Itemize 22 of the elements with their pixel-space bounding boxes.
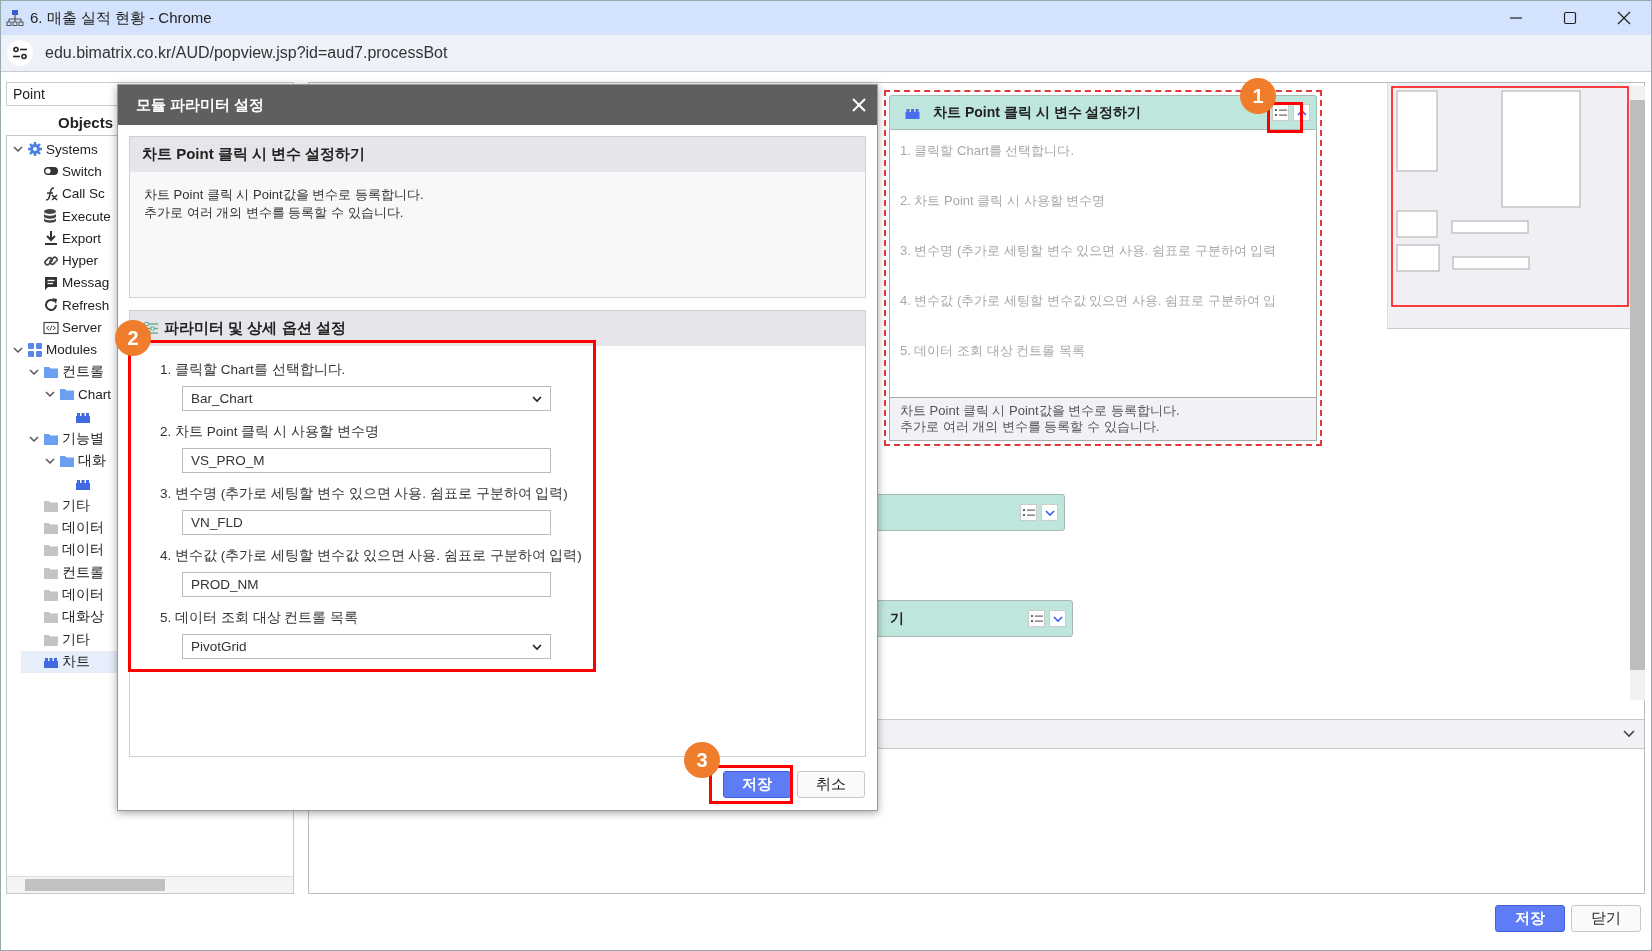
field-label: 2. 차트 Point 클릭 시 사용할 변수명	[160, 423, 380, 441]
field-label: 3. 변수명 (추가로 세팅할 변수 있으면 사용. 쉼표로 구분하여 입력)	[160, 485, 569, 503]
window-title: 6. 매출 실적 현황 - Chrome	[30, 8, 213, 28]
module-description: 차트 Point 클릭 시 Point값을 변수로 등록합니다.	[144, 186, 425, 204]
field-label: 5. 데이터 조회 대상 컨트롤 목록	[160, 609, 359, 627]
module-title: 기	[890, 609, 905, 628]
panel-header: Objects	[57, 113, 115, 133]
section-title: 파라미터 및 상세 옵션 설정	[164, 319, 346, 338]
section-title: 차트 Point 클릭 시 변수 설정하기	[142, 145, 366, 164]
field-label: 1. 클릭할 Chart를 선택합니다.	[160, 361, 347, 379]
parameter-label: 4. 변수값 (추가로 세팅할 변수값 있으면 사용. 쉼표로 구분하여 입	[900, 293, 1278, 308]
module-description: 추가로 여러 개의 변수를 등록할 수 있습니다.	[144, 204, 405, 222]
parameter-label: 2. 차트 Point 클릭 시 사용할 변수명	[900, 193, 1107, 208]
module-title: 차트 Point 클릭 시 변수 설정하기	[933, 103, 1143, 122]
dialog-title: 모듈 파라미터 설정	[136, 95, 266, 115]
parameter-label: 3. 변수명 (추가로 세팅할 변수 있으면 사용. 쉼표로 구분하여 입력	[900, 243, 1278, 258]
step-badge: 1	[1240, 78, 1276, 114]
module-description: 차트 Point 클릭 시 Point값을 변수로 등록합니다.	[900, 403, 1181, 419]
parameter-label: 5. 데이터 조회 대상 컨트롤 목록	[900, 343, 1086, 358]
parameter-label: 1. 클릭할 Chart를 선택합니다.	[900, 143, 1076, 158]
field-label: 4. 변수값 (추가로 세팅할 변수값 있으면 사용. 쉼표로 구분하여 입력)	[160, 547, 583, 565]
module-description: 추가로 여러 개의 변수를 등록할 수 있습니다.	[900, 419, 1161, 435]
